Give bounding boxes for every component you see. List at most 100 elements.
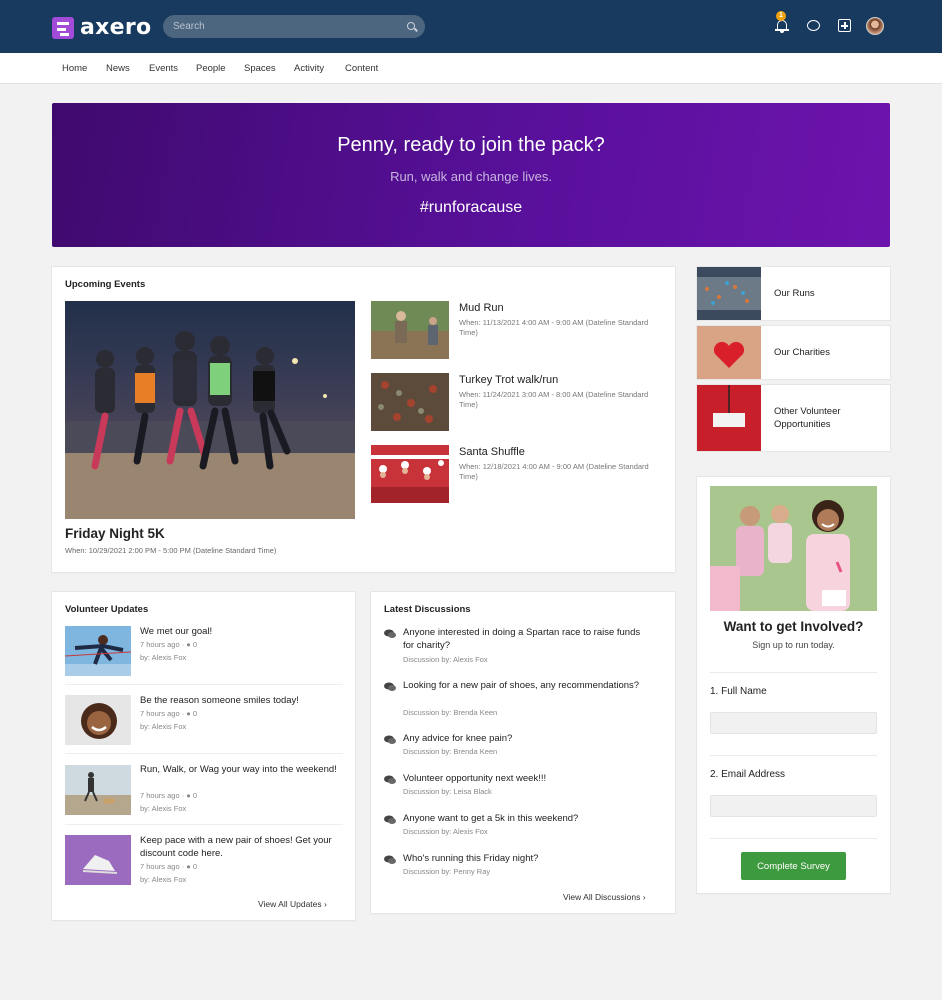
chat-bubble-icon[interactable]	[806, 18, 822, 34]
divider	[710, 672, 877, 673]
update-meta: 7 hours ago · ● 0	[140, 791, 198, 800]
comment-icon: ●	[186, 640, 191, 649]
survey-card: Want to get Involved? Sign up to run tod…	[697, 477, 890, 893]
user-avatar[interactable]	[866, 17, 884, 35]
discussion-icon	[384, 815, 396, 824]
link-label: Other Volunteer Opportunities	[774, 406, 841, 430]
discussion-title[interactable]: Anyone interested in doing a Spartan rac…	[403, 626, 648, 652]
latest-discussions-card: Latest Discussions Anyone interested in …	[371, 592, 675, 913]
update-author[interactable]: by: Alexis Fox	[140, 875, 186, 884]
latest-discussions-heading: Latest Discussions	[384, 604, 471, 615]
our-charities-image	[697, 326, 761, 379]
volunteer-image	[697, 385, 761, 451]
comment-icon: ●	[186, 709, 191, 718]
logo-mark-icon	[52, 16, 74, 39]
banner-subtitle: Run, walk and change lives.	[390, 169, 552, 184]
event-title[interactable]: Santa Shuffle	[459, 446, 525, 458]
link-our-runs[interactable]: Our Runs	[697, 267, 890, 320]
top-bar: axero 1	[0, 0, 942, 53]
event-image-mud-run[interactable]	[371, 301, 449, 359]
event-image-santa-shuffle[interactable]	[371, 445, 449, 503]
event-when: When: 12/18/2021 4:00 AM - 9:00 AM (Date…	[459, 462, 649, 481]
view-all-discussions-link[interactable]: View All Discussions ›	[563, 892, 646, 902]
divider	[65, 753, 343, 754]
featured-event-title[interactable]: Friday Night 5K	[65, 526, 165, 541]
complete-survey-button[interactable]: Complete Survey	[741, 852, 846, 880]
discussion-author: Discussion by: Alexis Fox	[403, 655, 488, 664]
logo-text: axero	[80, 15, 152, 40]
link-label: Our Runs	[774, 288, 815, 299]
create-plus-icon[interactable]	[837, 18, 853, 34]
update-title[interactable]: We met our goal!	[140, 625, 340, 638]
divider	[65, 684, 343, 685]
update-image[interactable]	[65, 765, 131, 815]
discussion-title[interactable]: Looking for a new pair of shoes, any rec…	[403, 679, 648, 692]
discussion-icon	[384, 855, 396, 864]
discussion-author: Discussion by: Brenda Keen	[403, 747, 498, 756]
survey-subtitle: Sign up to run today.	[752, 640, 835, 650]
link-label: Our Charities	[774, 347, 830, 358]
nav-people[interactable]: People	[196, 63, 226, 74]
view-all-updates-link[interactable]: View All Updates ›	[258, 899, 327, 909]
discussion-title[interactable]: Volunteer opportunity next week!!!	[403, 772, 648, 785]
update-title[interactable]: Be the reason someone smiles today!	[140, 694, 340, 707]
main-nav: Home News Events People Spaces Activity …	[0, 53, 942, 84]
email-address-label: 2. Email Address	[710, 769, 786, 780]
update-image[interactable]	[65, 626, 131, 676]
search-input[interactable]	[173, 19, 393, 34]
volunteer-updates-heading: Volunteer Updates	[65, 604, 149, 615]
featured-event-image[interactable]	[65, 301, 355, 519]
discussion-author: Discussion by: Brenda Keen	[403, 708, 498, 717]
banner-hashtag[interactable]: #runforacause	[52, 199, 890, 217]
update-title[interactable]: Keep pace with a new pair of shoes! Get …	[140, 834, 340, 860]
notification-count-badge: 1	[776, 11, 786, 21]
nav-home[interactable]: Home	[62, 63, 87, 74]
discussion-icon	[384, 775, 396, 784]
survey-title: Want to get Involved?	[723, 619, 864, 634]
link-our-charities[interactable]: Our Charities	[697, 326, 890, 379]
featured-event-when: When: 10/29/2021 2:00 PM - 5:00 PM (Date…	[65, 546, 277, 555]
email-address-field[interactable]	[710, 795, 877, 817]
event-title[interactable]: Mud Run	[459, 302, 504, 314]
comment-icon: ●	[186, 791, 191, 800]
nav-news[interactable]: News	[106, 63, 130, 74]
divider	[710, 755, 877, 756]
banner-title: Penny, ready to join the pack?	[337, 134, 605, 156]
discussion-title[interactable]: Any advice for knee pain?	[403, 732, 648, 745]
nav-content[interactable]: Content	[345, 63, 378, 74]
link-other-volunteer[interactable]: Other Volunteer Opportunities	[697, 385, 890, 451]
full-name-field[interactable]	[710, 712, 877, 734]
full-name-label: 1. Full Name	[710, 686, 767, 697]
divider	[710, 838, 877, 839]
update-author[interactable]: by: Alexis Fox	[140, 722, 186, 731]
upcoming-events-heading: Upcoming Events	[65, 279, 146, 290]
discussion-icon	[384, 735, 396, 744]
event-when: When: 11/13/2021 4:00 AM - 9:00 AM (Date…	[459, 318, 649, 337]
nav-activity[interactable]: Activity	[294, 63, 324, 74]
update-author[interactable]: by: Alexis Fox	[140, 804, 186, 813]
update-meta: 7 hours ago · ● 0	[140, 862, 198, 871]
discussion-title[interactable]: Anyone want to get a 5k in this weekend?	[403, 812, 648, 825]
update-author[interactable]: by: Alexis Fox	[140, 653, 186, 662]
event-title[interactable]: Turkey Trot walk/run	[459, 374, 558, 386]
axero-logo[interactable]: axero	[52, 15, 151, 40]
discussion-author: Discussion by: Leisa Black	[403, 787, 492, 796]
discussion-author: Discussion by: Alexis Fox	[403, 827, 488, 836]
upcoming-events-card: Upcoming Events Friday Night 5K When: 10…	[52, 267, 675, 572]
hero-banner: Penny, ready to join the pack? Run, walk…	[52, 103, 890, 247]
discussion-icon	[384, 682, 396, 691]
event-image-turkey-trot[interactable]	[371, 373, 449, 431]
event-when: When: 11/24/2021 3:00 AM - 8:00 AM (Date…	[459, 390, 649, 409]
update-title[interactable]: Run, Walk, or Wag your way into the week…	[140, 763, 340, 776]
survey-runner-image	[710, 486, 877, 611]
update-image[interactable]	[65, 695, 131, 745]
nav-events[interactable]: Events	[149, 63, 178, 74]
comment-icon: ●	[186, 862, 191, 871]
our-runs-image	[697, 267, 761, 320]
update-image[interactable]	[65, 835, 131, 885]
chevron-right-icon: ›	[324, 899, 327, 909]
nav-spaces[interactable]: Spaces	[244, 63, 276, 74]
discussion-title[interactable]: Who's running this Friday night?	[403, 852, 648, 865]
discussion-icon	[384, 629, 396, 638]
search-icon[interactable]	[407, 22, 415, 30]
